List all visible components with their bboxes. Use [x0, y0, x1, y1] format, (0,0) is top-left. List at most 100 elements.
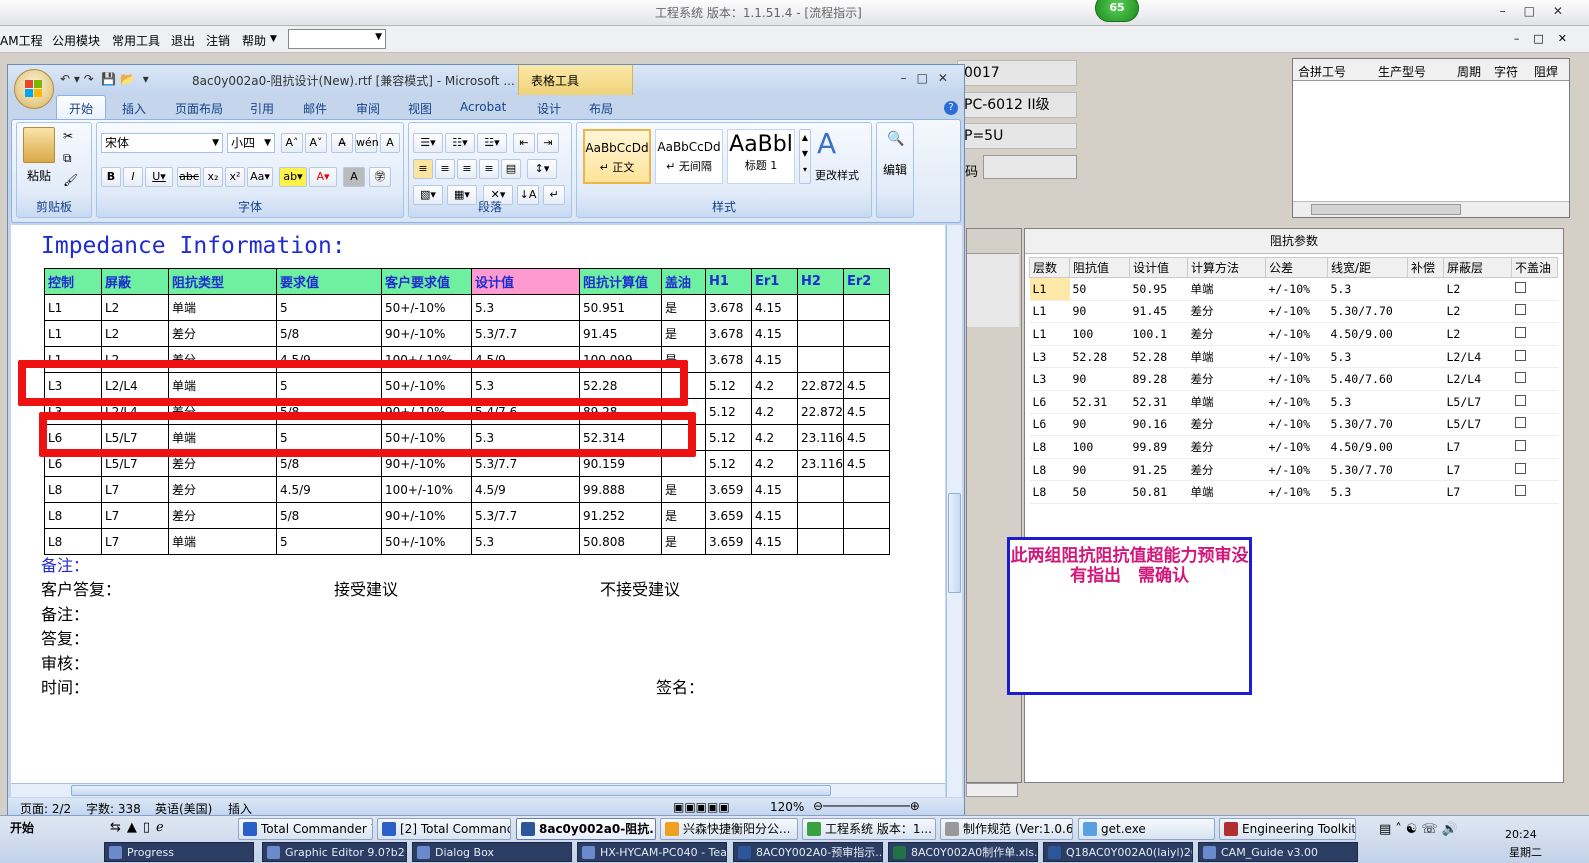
imp-row[interactable]: L3 90 89.28 差分 +/-10% 5.40/7.60 L2/L4 — [1029, 367, 1558, 391]
middle-panel-list[interactable] — [967, 253, 1019, 327]
table-cell[interactable]: 5.3 — [471, 294, 580, 321]
table-cell[interactable] — [843, 346, 890, 373]
no-mask-checkbox-cell[interactable] — [1511, 435, 1558, 459]
phonetic-button[interactable]: wén — [355, 133, 379, 153]
impedance-grid[interactable]: 层数 阻抗值 设计值 计算方法 公差 线宽/距 补偿 屏蔽层 不盖油 L1 50 50.95 单端 +/… — [1029, 257, 1558, 504]
checkbox[interactable] — [1514, 462, 1526, 474]
table-cell[interactable]: 91.45 — [579, 320, 662, 347]
table-cell[interactable]: 4.5/9 — [276, 476, 382, 503]
align-center-button[interactable]: ≡ — [435, 159, 455, 179]
imp-col-header[interactable]: 设计值 — [1129, 257, 1188, 278]
tray-icons[interactable]: ▤˄☯☏🔊 — [1379, 822, 1462, 837]
table-cell[interactable]: 4.15 — [751, 476, 798, 503]
table-cell[interactable]: 50.951 — [579, 294, 662, 321]
task-dialog-box[interactable]: Dialog Box — [412, 842, 572, 862]
table-cell[interactable]: 5.3/7.7 — [471, 320, 580, 347]
table-cell[interactable] — [843, 502, 890, 529]
table-cell[interactable]: 91.252 — [579, 502, 662, 529]
quick-access-toolbar[interactable]: ↶ ▾ ↷ 💾 📂 ▾ — [60, 72, 149, 86]
table-cell[interactable]: 是 — [661, 528, 706, 555]
highlight-button[interactable]: ab▾ — [279, 167, 307, 187]
table-cell[interactable] — [843, 476, 890, 503]
zoom-slider[interactable]: ⊖────────────⊕ — [813, 799, 920, 813]
merge-grid[interactable]: 合拼工号 生产型号 周期 字符 阻焊 — [1292, 58, 1570, 218]
task-preaudit[interactable]: 8AC0Y002A0-预审指示... — [733, 842, 883, 862]
table-cell[interactable]: 4.2 — [751, 398, 798, 425]
table-cell[interactable] — [797, 502, 844, 529]
align-left-button[interactable]: ≡ — [413, 159, 433, 179]
scrollbar-thumb[interactable] — [71, 785, 831, 796]
table-cell[interactable]: 是 — [661, 320, 706, 347]
table-cell[interactable]: L8 — [44, 528, 102, 555]
tab-mailings[interactable]: 邮件 — [303, 100, 327, 117]
numbering-button[interactable]: ☷▾ — [445, 133, 475, 153]
table-cell[interactable]: 4.5 — [843, 450, 890, 477]
merge-grid-scrollbar[interactable] — [1293, 201, 1569, 217]
imp-col-header[interactable]: 补偿 — [1407, 257, 1444, 278]
table-cell[interactable]: 5 — [276, 528, 382, 555]
no-mask-checkbox-cell[interactable] — [1511, 458, 1558, 482]
imp-row[interactable]: L8 90 91.25 差分 +/-10% 5.30/7.70 L7 — [1029, 458, 1558, 482]
bg-window-buttons[interactable]: –□✕ — [1500, 4, 1581, 18]
table-cell[interactable]: 4.2 — [751, 372, 798, 399]
task-cam-guide[interactable]: CAM_Guide v3.00 — [1198, 842, 1358, 862]
task-engineering-system[interactable]: 工程系统 版本：1... — [802, 818, 936, 840]
office-button[interactable] — [14, 69, 54, 109]
menu-help[interactable]: 帮助 — [242, 32, 266, 49]
grid-col-model[interactable]: 生产型号 — [1378, 63, 1426, 80]
table-cell[interactable]: 4.5 — [843, 372, 890, 399]
imp-col-header[interactable]: 线宽/距 — [1327, 257, 1408, 278]
grid-col-merge-job[interactable]: 合拼工号 — [1298, 63, 1346, 80]
paste-button[interactable]: 粘贴 — [27, 167, 51, 184]
table-cell[interactable] — [797, 346, 844, 373]
imp-row[interactable]: L1 100 100.1 差分 +/-10% 4.50/9.00 L2 — [1029, 322, 1558, 346]
table-cell[interactable]: 4.15 — [751, 320, 798, 347]
clock-time[interactable]: 20:24 — [1505, 828, 1537, 841]
table-cell[interactable]: 5/8 — [276, 502, 382, 529]
table-cell[interactable]: 22.872 — [797, 398, 844, 425]
tab-home[interactable]: 开始 — [56, 95, 107, 120]
checkbox[interactable] — [1514, 326, 1526, 338]
checkbox[interactable] — [1514, 349, 1526, 361]
task-q18[interactable]: Q18AC0Y002A0(laiyl)20... — [1043, 842, 1193, 862]
no-mask-checkbox-cell[interactable] — [1511, 480, 1558, 504]
checkbox[interactable] — [1514, 304, 1526, 316]
checkbox[interactable] — [1514, 281, 1526, 293]
table-cell[interactable]: 是 — [661, 476, 706, 503]
table-cell[interactable]: 50+/-10% — [381, 528, 472, 555]
doc-horizontal-scrollbar[interactable] — [11, 783, 945, 797]
imp-col-header[interactable]: 屏蔽层 — [1443, 257, 1512, 278]
table-cell[interactable]: 5.3/7.7 — [471, 502, 580, 529]
table-cell[interactable]: 差分 — [168, 502, 277, 529]
grid-col-cycle[interactable]: 周期 — [1457, 63, 1481, 80]
table-cell[interactable]: L7 — [101, 502, 169, 529]
table-cell[interactable]: L1 — [44, 294, 102, 321]
decrease-indent-button[interactable]: ⇤ — [513, 133, 535, 153]
bold-button[interactable]: B — [101, 167, 121, 187]
task-total-commander-1[interactable]: Total Commander 7.... — [238, 818, 373, 840]
table-cell[interactable]: 差分 — [168, 320, 277, 347]
doc-vertical-scrollbar[interactable] — [946, 225, 962, 797]
view-buttons[interactable]: ▣▣▣▣▣ — [673, 800, 730, 814]
tab-insert[interactable]: 插入 — [122, 100, 146, 117]
task-hycam[interactable]: HX-HYCAM-PC040 - Tea... — [577, 842, 727, 862]
imp-row[interactable]: L6 52.31 52.31 单端 +/-10% 5.3 L5/L7 — [1029, 390, 1558, 414]
task-engineering-toolkit[interactable]: Engineering Toolkit 9... — [1219, 818, 1356, 840]
cut-icon[interactable]: ✂ — [63, 129, 73, 143]
table-cell[interactable]: 3.678 — [705, 294, 752, 321]
tab-design[interactable]: 设计 — [537, 100, 561, 117]
task-total-commander-2[interactable]: [2] Total Commande... — [377, 818, 511, 840]
style-normal[interactable]: AaBbCcDd ↵ 正文 — [583, 129, 651, 184]
style-no-spacing[interactable]: AaBbCcDd ↵ 无间隔 — [655, 129, 723, 184]
task-spec[interactable]: 制作规范 (Ver:1.0.6) — [940, 818, 1073, 840]
imp-row[interactable]: L1 50 50.95 单端 +/-10% 5.3 L2 — [1029, 277, 1558, 301]
increase-indent-button[interactable]: ⇥ — [537, 133, 559, 153]
word-window-buttons[interactable]: –□✕ — [901, 71, 958, 85]
edit-button[interactable]: 编辑 — [883, 161, 907, 178]
quick-launch-icons[interactable]: ⇆▲▯ℯ — [110, 820, 170, 835]
table-cell[interactable]: 4.2 — [751, 424, 798, 451]
notification-badge[interactable]: 65 — [1095, 0, 1139, 22]
table-cell[interactable]: 3.678 — [705, 346, 752, 373]
task-get-exe[interactable]: get.exe — [1078, 818, 1215, 840]
table-cell[interactable] — [843, 294, 890, 321]
